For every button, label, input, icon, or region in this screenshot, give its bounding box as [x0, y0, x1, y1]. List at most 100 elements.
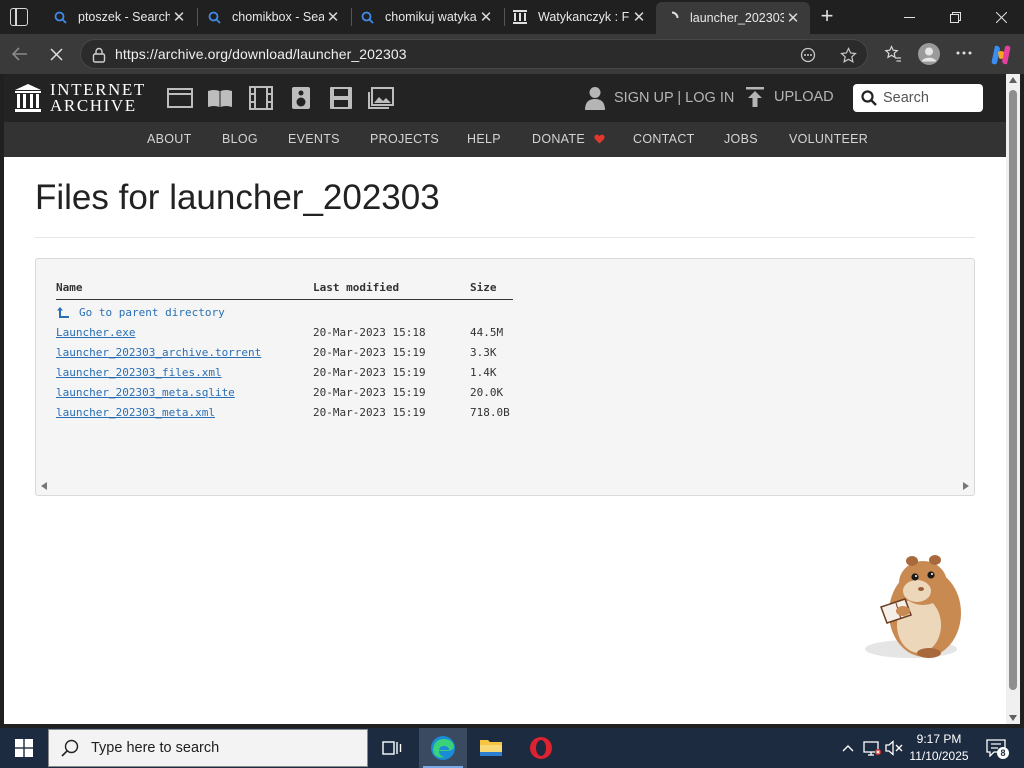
- parent-directory-label: Go to parent directory: [79, 306, 225, 319]
- vertical-scrollbar[interactable]: [1006, 74, 1020, 724]
- close-icon[interactable]: ✕: [324, 8, 342, 26]
- favorites-icon[interactable]: [882, 43, 904, 65]
- scroll-left-arrow[interactable]: [41, 482, 47, 490]
- file-modified-cell: 20-Mar-2023 15:19: [313, 366, 426, 379]
- page-viewport: INTERNET ARCHIVE SIGN UP | LOG IN UPLOAD…: [4, 74, 1006, 724]
- browser-toolbar: https://archive.org/download/launcher_20…: [0, 34, 1024, 74]
- tab-launcher-202303[interactable]: launcher_202303 ✕: [656, 2, 810, 34]
- close-icon[interactable]: ✕: [477, 8, 495, 26]
- nav-jobs[interactable]: JOBS: [724, 132, 758, 146]
- nav-projects[interactable]: PROJECTS: [370, 132, 439, 146]
- parent-cell: Go to parent directory: [56, 299, 313, 323]
- arrow-up-icon: [57, 306, 69, 318]
- file-size-cell: 3.3K: [470, 346, 497, 359]
- search-icon: [52, 9, 68, 25]
- back-button[interactable]: [8, 42, 32, 66]
- profile-avatar[interactable]: [917, 42, 941, 66]
- new-tab-button[interactable]: +: [817, 5, 837, 27]
- file-name-cell: launcher_202303_files.xml: [56, 363, 313, 383]
- start-button[interactable]: [0, 728, 48, 768]
- file-link[interactable]: launcher_202303_files.xml: [56, 366, 222, 379]
- tab-actions-icon[interactable]: [10, 8, 28, 26]
- scroll-up-arrow[interactable]: [1009, 77, 1017, 83]
- internet-archive-icon: [512, 9, 528, 25]
- video-icon[interactable]: [248, 86, 274, 110]
- close-icon[interactable]: ✕: [170, 8, 188, 26]
- scroll-right-arrow[interactable]: [963, 482, 969, 490]
- scroll-down-arrow[interactable]: [1009, 715, 1017, 721]
- file-link[interactable]: Launcher.exe: [56, 326, 135, 339]
- close-icon[interactable]: ✕: [784, 9, 802, 27]
- table-header-row: Name Last modified Size: [56, 279, 513, 300]
- favorite-star-icon[interactable]: [839, 46, 857, 64]
- software-icon[interactable]: [328, 86, 354, 110]
- file-link[interactable]: launcher_202303_meta.xml: [56, 406, 215, 419]
- ia-secondary-nav: ABOUT BLOG EVENTS PROJECTS HELP DONATE C…: [4, 122, 1006, 157]
- clock-time: 9:17 PM: [916, 732, 962, 746]
- sign-in-link[interactable]: SIGN UP | LOG IN: [584, 86, 734, 110]
- taskbar-opera[interactable]: [517, 728, 565, 768]
- file-size-cell: 1.4K: [470, 366, 497, 379]
- nav-help[interactable]: HELP: [467, 132, 501, 146]
- tab-chomikbox[interactable]: chomikbox - Search ✕: [198, 0, 350, 34]
- heart-icon: [594, 134, 605, 144]
- table-row: launcher_202303_files.xml 20-Mar-2023 15…: [56, 363, 513, 383]
- images-icon[interactable]: [368, 86, 394, 110]
- texts-icon[interactable]: [207, 86, 233, 110]
- close-window-button[interactable]: [978, 0, 1024, 34]
- tab-title: Watykanczyk : Free: [538, 10, 630, 24]
- taskbar-file-explorer[interactable]: [467, 728, 515, 768]
- stop-loading-button[interactable]: [44, 42, 68, 66]
- copilot-icon[interactable]: [988, 42, 1014, 68]
- upload-link[interactable]: UPLOAD: [746, 87, 834, 107]
- tab-ptoszek[interactable]: ptoszek - Search ✕: [44, 0, 196, 34]
- file-size-cell: 44.5M: [470, 326, 504, 339]
- file-name-cell: launcher_202303_archive.torrent: [56, 343, 313, 363]
- tab-title: launcher_202303: [690, 11, 784, 25]
- audio-icon[interactable]: [288, 86, 314, 110]
- close-icon[interactable]: ✕: [630, 8, 648, 26]
- web-icon[interactable]: [167, 86, 193, 110]
- tab-chomikuj[interactable]: chomikuj watykanczyk ✕: [351, 0, 503, 34]
- file-link[interactable]: launcher_202303_meta.sqlite: [56, 386, 235, 399]
- address-bar[interactable]: https://archive.org/download/launcher_20…: [80, 39, 868, 69]
- task-view-button[interactable]: [368, 728, 416, 768]
- ia-logo-text: INTERNET ARCHIVE: [50, 81, 146, 115]
- scroll-thumb[interactable]: [1009, 90, 1017, 690]
- network-icon[interactable]: [862, 738, 882, 758]
- notifications-button[interactable]: 8: [984, 738, 1009, 759]
- file-link[interactable]: launcher_202303_archive.torrent: [56, 346, 261, 359]
- lock-icon[interactable]: [90, 46, 108, 64]
- table-cell: [313, 299, 470, 323]
- nav-contact[interactable]: CONTACT: [633, 132, 695, 146]
- restore-button[interactable]: [932, 0, 978, 34]
- table-row: launcher_202303_meta.sqlite 20-Mar-2023 …: [56, 383, 513, 403]
- tab-watykanczyk[interactable]: Watykanczyk : Free ✕: [504, 0, 656, 34]
- ia-logo[interactable]: INTERNET ARCHIVE: [14, 81, 146, 115]
- url-text[interactable]: https://archive.org/download/launcher_20…: [115, 46, 407, 62]
- file-listing-panel: Name Last modified Size Go to parent dir…: [35, 258, 975, 496]
- nav-blog[interactable]: BLOG: [222, 132, 258, 146]
- read-aloud-icon[interactable]: [799, 46, 817, 64]
- nav-about[interactable]: ABOUT: [147, 132, 192, 146]
- logo-line-2: ARCHIVE: [50, 96, 137, 115]
- nav-donate[interactable]: DONATE: [532, 132, 605, 146]
- ia-search-box[interactable]: [853, 84, 983, 112]
- windows-logo-icon: [15, 739, 33, 757]
- archive-building-icon: [15, 84, 41, 112]
- file-modified-cell: 20-Mar-2023 15:19: [313, 406, 426, 419]
- taskbar-edge[interactable]: [419, 728, 467, 768]
- windows-taskbar: Type here to search 9:17 PM 11/10/2025 8: [0, 728, 1024, 768]
- search-icon: [861, 90, 877, 106]
- user-icon: [585, 87, 605, 110]
- minimize-button[interactable]: [886, 0, 932, 34]
- taskbar-search-box[interactable]: Type here to search: [48, 729, 368, 767]
- taskbar-clock[interactable]: 9:17 PM 11/10/2025: [900, 731, 978, 765]
- nav-events[interactable]: EVENTS: [288, 132, 340, 146]
- taskbar-search-placeholder: Type here to search: [91, 740, 220, 756]
- ia-search-input[interactable]: [883, 90, 979, 106]
- more-options-icon[interactable]: [953, 42, 975, 64]
- nav-volunteer[interactable]: VOLUNTEER: [789, 132, 868, 146]
- parent-directory-link[interactable]: Go to parent directory: [56, 306, 225, 320]
- chevron-up-icon[interactable]: [838, 738, 858, 758]
